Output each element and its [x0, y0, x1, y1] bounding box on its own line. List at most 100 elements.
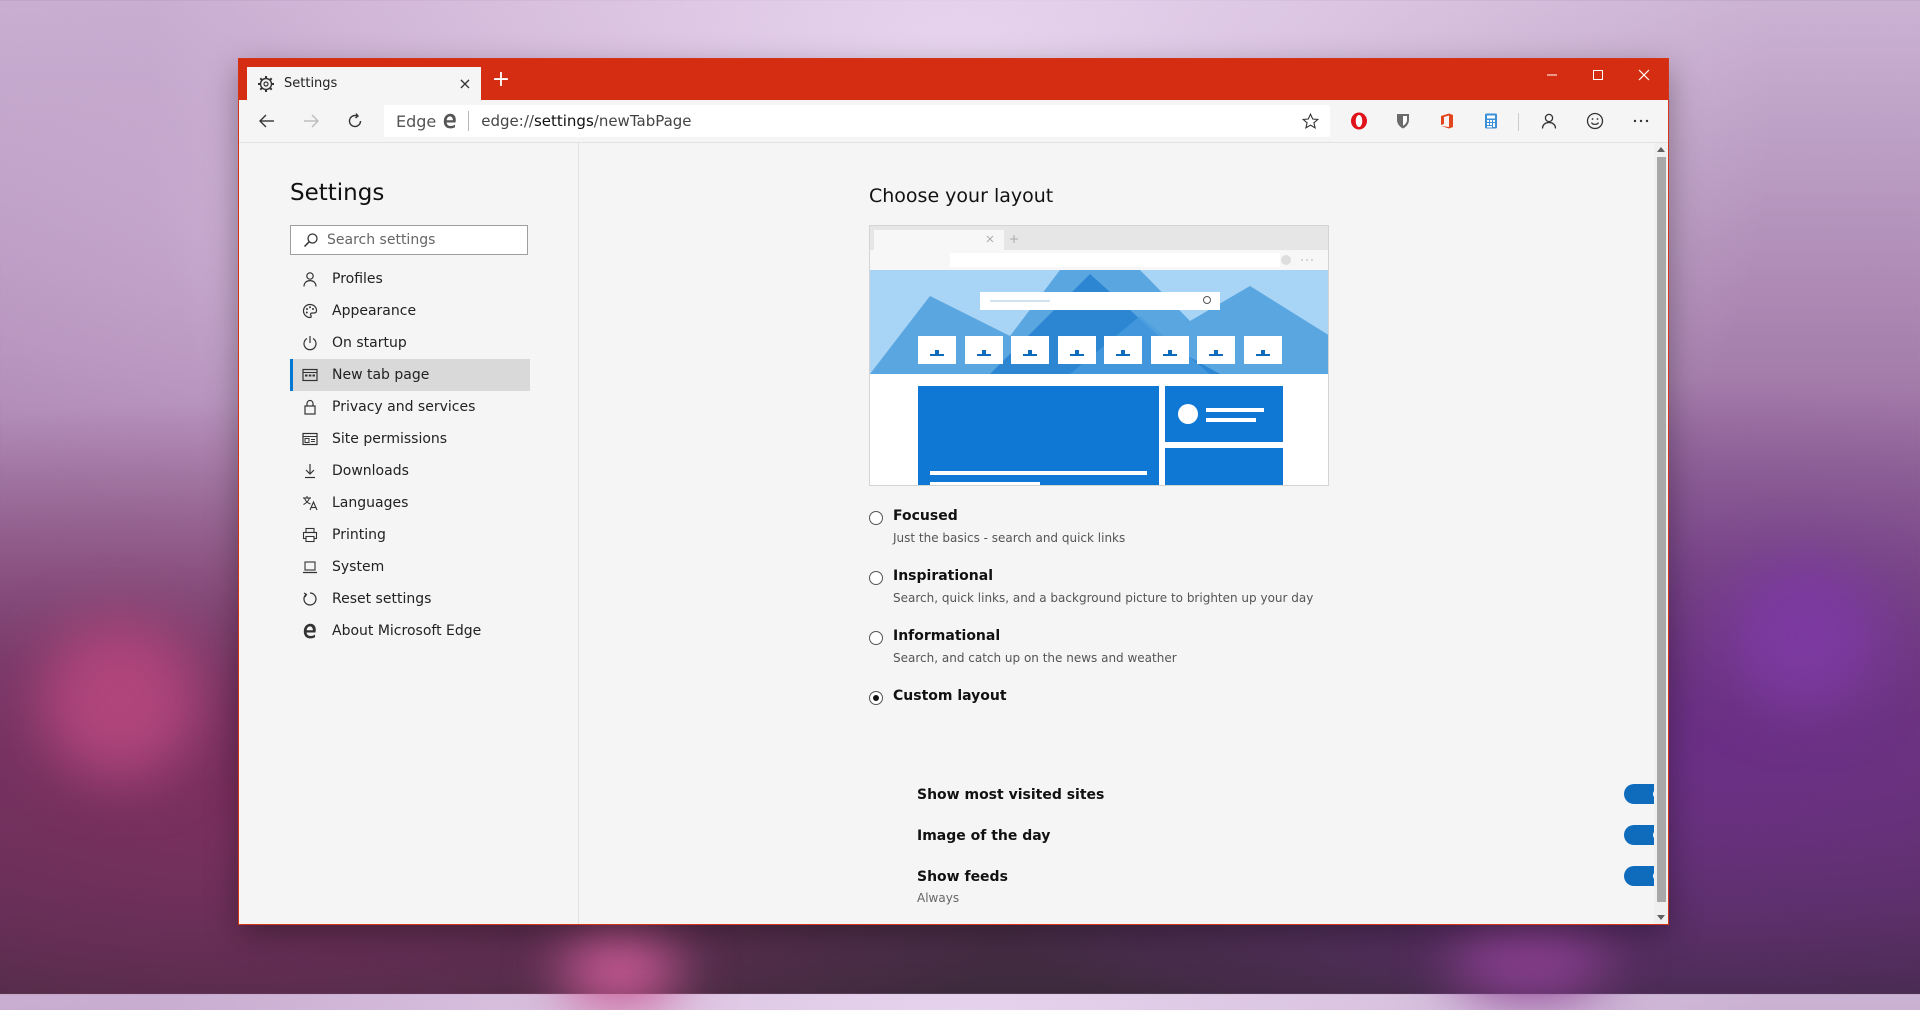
- back-button[interactable]: [251, 105, 283, 137]
- layout-option-focused[interactable]: Focused Just the basics - search and qui…: [869, 508, 1669, 568]
- search-placeholder: Search settings: [327, 232, 436, 248]
- tab-title: Settings: [284, 76, 338, 91]
- layout-radio-group: Focused Just the basics - search and qui…: [869, 508, 1669, 748]
- sidebar-item-label: Languages: [332, 495, 409, 511]
- option-label: Show most visited sites: [917, 787, 1105, 803]
- radio-label: Informational: [893, 628, 1001, 644]
- radio-button[interactable]: [869, 511, 883, 525]
- url-path: settings: [533, 112, 594, 130]
- sidebar-item-site-permissions[interactable]: Site permissions: [290, 423, 530, 455]
- sidebar-item-on-startup[interactable]: On startup: [290, 327, 530, 359]
- radio-button[interactable]: [869, 571, 883, 585]
- sidebar-item-reset-settings[interactable]: Reset settings: [290, 583, 530, 615]
- download-icon: [300, 461, 320, 481]
- background-blossom: [40, 620, 200, 780]
- address-brand-label: Edge: [396, 111, 437, 131]
- layout-preview-image: [869, 225, 1329, 486]
- sidebar-item-printing[interactable]: Printing: [290, 519, 530, 551]
- minimize-icon: [1547, 74, 1557, 76]
- palette-icon: [300, 301, 320, 321]
- more-menu-button[interactable]: [1625, 105, 1657, 137]
- sidebar-item-new-tab-page[interactable]: New tab page: [290, 359, 530, 391]
- sidebar-item-label: System: [332, 559, 385, 575]
- custom-layout-options: Show most visited sites Image of the day…: [917, 784, 1717, 910]
- bitwarden-extension-button[interactable]: [1387, 105, 1419, 137]
- reset-icon: [300, 589, 320, 609]
- sidebar-item-about[interactable]: About Microsoft Edge: [290, 615, 530, 647]
- sidebar-item-downloads[interactable]: Downloads: [290, 455, 530, 487]
- search-settings-input[interactable]: Search settings: [290, 225, 528, 255]
- option-label: Show feeds: [917, 869, 1008, 885]
- tab-settings[interactable]: Settings ×: [247, 67, 481, 100]
- scroll-down-arrow-icon[interactable]: [1654, 912, 1668, 924]
- sidebar-item-label: Printing: [332, 527, 386, 543]
- layout-option-informational[interactable]: Informational Search, and catch up on th…: [869, 628, 1669, 688]
- background-blossom: [1450, 920, 1610, 1000]
- calculator-extension-button[interactable]: [1475, 105, 1507, 137]
- office-icon: [1441, 113, 1453, 129]
- sidebar-item-profiles[interactable]: Profiles: [290, 263, 530, 295]
- tab-close-button[interactable]: ×: [455, 75, 475, 92]
- sidebar-item-label: Appearance: [332, 303, 417, 319]
- opera-extension-button[interactable]: [1343, 105, 1375, 137]
- settings-nav: Profiles Appearance On startup New tab p…: [290, 263, 530, 647]
- layout-option-inspirational[interactable]: Inspirational Search, quick links, and a…: [869, 568, 1669, 628]
- sidebar-title: Settings: [290, 180, 385, 206]
- languages-icon: [300, 493, 320, 513]
- maximize-button[interactable]: [1575, 59, 1621, 91]
- new-tab-button[interactable]: +: [491, 69, 511, 91]
- radio-description: Just the basics - search and quick links: [893, 531, 1126, 545]
- laptop-icon: [300, 557, 320, 577]
- forward-button[interactable]: [295, 105, 327, 137]
- title-bar: Settings × +: [239, 59, 1668, 100]
- sidebar-item-label: Site permissions: [332, 431, 448, 447]
- browser-window: Settings × + Edge edge://settings/newTab…: [239, 59, 1668, 924]
- power-icon: [300, 333, 320, 353]
- scrollbar-thumb[interactable]: [1657, 157, 1666, 902]
- sidebar-item-appearance[interactable]: Appearance: [290, 295, 530, 327]
- page-title: Choose your layout: [869, 185, 1054, 207]
- vertical-scrollbar[interactable]: [1654, 143, 1668, 924]
- radio-label: Focused: [893, 508, 958, 524]
- option-show-most-visited: Show most visited sites: [917, 784, 1717, 828]
- radio-description: Search, and catch up on the news and wea…: [893, 651, 1177, 665]
- search-icon: [303, 232, 319, 248]
- radio-description: Search, quick links, and a background pi…: [893, 591, 1314, 605]
- maximize-icon: [1593, 70, 1603, 80]
- feedback-button[interactable]: [1579, 105, 1611, 137]
- sidebar-item-label: New tab page: [332, 367, 430, 383]
- sidebar-item-label: Privacy and services: [332, 399, 476, 415]
- profile-button[interactable]: [1533, 105, 1565, 137]
- option-image-of-the-day: Image of the day: [917, 825, 1717, 869]
- layout-option-custom[interactable]: Custom layout: [869, 688, 1669, 748]
- toolbar: Edge edge://settings/newTabPage: [239, 100, 1668, 143]
- refresh-icon: [348, 113, 362, 128]
- refresh-button[interactable]: [339, 105, 371, 137]
- smiley-icon: [1586, 112, 1604, 130]
- settings-content: Choose your layout Focused Just the basi…: [579, 143, 1668, 924]
- sidebar-item-privacy[interactable]: Privacy and services: [290, 391, 530, 423]
- minimize-button[interactable]: [1529, 59, 1575, 91]
- settings-sidebar: Settings Search settings Profiles Appear…: [239, 143, 579, 924]
- radio-button[interactable]: [869, 631, 883, 645]
- radio-button-selected[interactable]: [869, 691, 883, 705]
- sidebar-item-label: On startup: [332, 335, 407, 351]
- sidebar-item-system[interactable]: System: [290, 551, 530, 583]
- office-extension-button[interactable]: [1431, 105, 1463, 137]
- person-icon: [1541, 113, 1557, 129]
- close-window-button[interactable]: [1621, 59, 1667, 91]
- printer-icon: [300, 525, 320, 545]
- address-bar[interactable]: Edge edge://settings/newTabPage: [384, 105, 1330, 137]
- more-dots-icon: [1633, 119, 1649, 123]
- new-tab-page-icon: [300, 365, 320, 385]
- back-arrow-icon: [259, 114, 274, 128]
- address-url[interactable]: edge://settings/newTabPage: [481, 112, 1296, 130]
- option-sublabel: Always: [917, 891, 960, 905]
- favorite-star-icon[interactable]: [1296, 112, 1324, 130]
- address-separator: [468, 111, 470, 131]
- sidebar-item-languages[interactable]: Languages: [290, 487, 530, 519]
- scroll-up-arrow-icon[interactable]: [1654, 143, 1668, 155]
- lock-icon: [300, 397, 320, 417]
- url-rest: /newTabPage: [593, 112, 692, 130]
- shield-icon: [1397, 114, 1409, 129]
